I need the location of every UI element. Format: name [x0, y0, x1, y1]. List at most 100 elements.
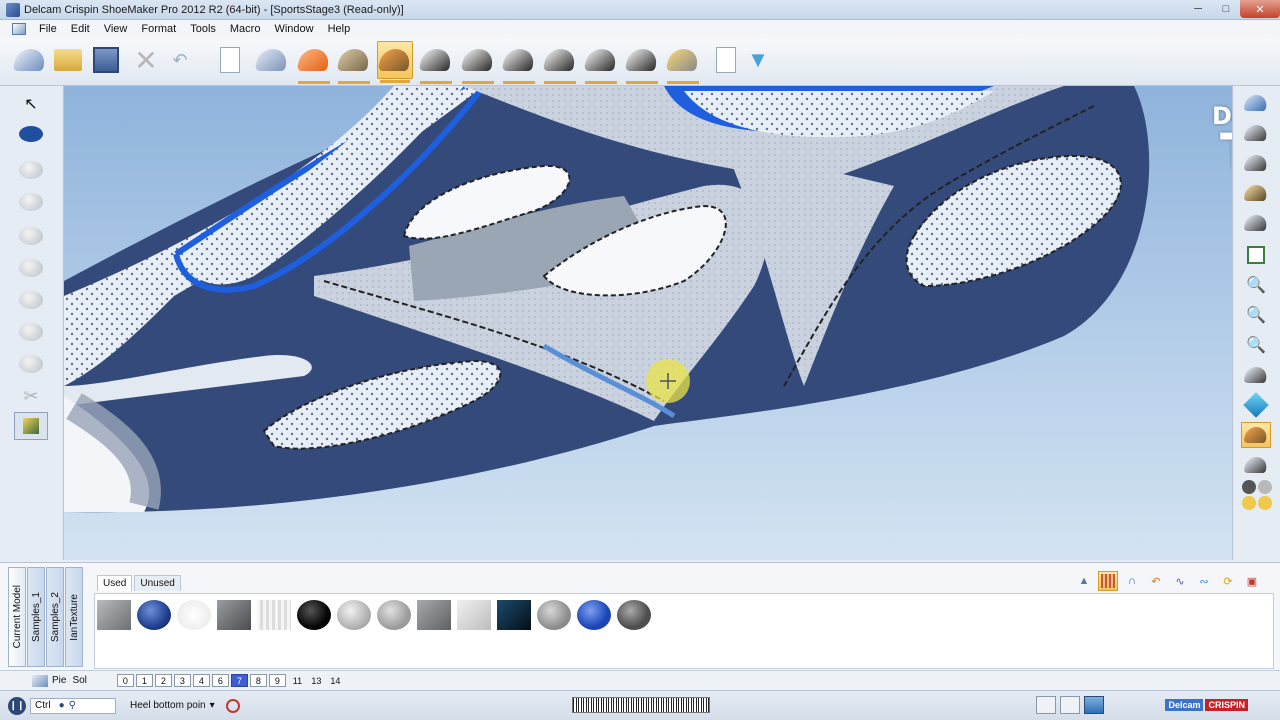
layer-button-4[interactable]: 4	[192, 674, 210, 687]
tab-samples-2[interactable]: Samples_2	[46, 567, 64, 667]
material-swatch[interactable]	[417, 600, 451, 630]
material-swatch[interactable]	[577, 600, 611, 630]
layer-button-0[interactable]: 0	[116, 674, 134, 687]
tab-ian-texture[interactable]: IanTexture	[65, 567, 83, 667]
shoe-tool-1-icon[interactable]	[418, 41, 454, 84]
material-swatch[interactable]	[177, 600, 211, 630]
layer-shoe-icon[interactable]	[32, 674, 48, 687]
shoe-tool-2-icon[interactable]	[460, 41, 496, 84]
app-icon[interactable]	[6, 2, 20, 17]
heel-point-select[interactable]: Heel bottom poin ▾	[126, 698, 222, 714]
open-folder-icon[interactable]	[50, 41, 86, 79]
material-swatch[interactable]	[297, 600, 331, 630]
disabled-tool-1-icon[interactable]	[14, 156, 48, 184]
pin-icon[interactable]: ▼	[740, 41, 776, 79]
layer-label-14[interactable]: 14	[326, 676, 345, 686]
new-document-icon[interactable]	[212, 41, 248, 79]
view-tool-3-icon[interactable]	[1241, 150, 1271, 176]
material-swatch[interactable]	[617, 600, 651, 630]
panel-texture-icon[interactable]	[1098, 571, 1118, 591]
material-swatch[interactable]	[97, 600, 131, 630]
menu-format[interactable]: Format	[134, 23, 183, 35]
menu-tools[interactable]: Tools	[183, 23, 223, 35]
shoe-tool-4-icon[interactable]	[542, 41, 578, 84]
shoe-render-icon[interactable]	[665, 41, 701, 84]
last-shoe-icon[interactable]	[254, 41, 290, 79]
pause-icon[interactable]: ❙❙	[8, 696, 26, 715]
tab-unused[interactable]: Unused	[134, 575, 181, 591]
material-swatch[interactable]	[257, 600, 291, 630]
save-icon[interactable]	[88, 41, 124, 79]
shoe-tool-5-icon[interactable]	[583, 41, 619, 84]
close-icon[interactable]: ✕	[1240, 0, 1280, 18]
layer-button-9[interactable]: 9	[268, 674, 286, 687]
zoom-out-icon[interactable]: 🔍	[1241, 302, 1271, 328]
orange-shoe-icon[interactable]	[296, 41, 332, 84]
blue-shoe-tool-icon[interactable]	[14, 120, 48, 148]
panel-shoe-icon[interactable]: ▲	[1074, 571, 1094, 591]
delete-icon[interactable]: ✕	[128, 41, 164, 79]
material-swatch[interactable]	[137, 600, 171, 630]
zoom-in-icon[interactable]: 🔍	[1241, 272, 1271, 298]
paint-tool-icon[interactable]	[14, 412, 48, 440]
panel-lasso-icon[interactable]: ⟳	[1218, 571, 1238, 591]
material-swatch[interactable]	[457, 600, 491, 630]
layer-button-3[interactable]: 3	[173, 674, 191, 687]
panel-palette-icon[interactable]: ▣	[1242, 571, 1262, 591]
panel-stitch-icon[interactable]: ∿	[1170, 571, 1190, 591]
disabled-tool-5-icon[interactable]	[14, 286, 48, 314]
menu-window[interactable]: Window	[267, 23, 320, 35]
tab-current-model[interactable]: Current Model	[8, 567, 26, 667]
disabled-tool-3-icon[interactable]	[14, 222, 48, 250]
select-shoe-icon[interactable]	[12, 41, 48, 79]
material-swatch[interactable]	[497, 600, 531, 630]
no-entry-icon[interactable]	[226, 698, 240, 713]
status-tool-2-icon[interactable]	[1060, 696, 1080, 714]
disabled-tool-2-icon[interactable]	[14, 188, 48, 216]
panel-arch-icon[interactable]: ∩	[1122, 571, 1142, 591]
layer-button-6[interactable]: 6	[211, 674, 229, 687]
disabled-tool-7-icon[interactable]	[14, 350, 48, 378]
disabled-tool-6-icon[interactable]	[14, 318, 48, 346]
layer-button-2[interactable]: 2	[154, 674, 172, 687]
view-tool-5-icon[interactable]	[1241, 210, 1271, 236]
view-tool-6-icon[interactable]	[1241, 362, 1271, 388]
view-tool-2-icon[interactable]	[1241, 120, 1271, 146]
tab-used[interactable]: Used	[97, 575, 133, 591]
tab-samples-1[interactable]: Samples_1	[27, 567, 45, 667]
zoom-fit-icon[interactable]: 🔍	[1241, 332, 1271, 358]
layer-button-8[interactable]: 8	[249, 674, 267, 687]
status-tool-3-icon[interactable]	[1084, 696, 1104, 714]
material-swatch[interactable]	[217, 600, 251, 630]
selected-view-tool-icon[interactable]	[1241, 422, 1271, 448]
status-tool-1-icon[interactable]	[1036, 696, 1056, 714]
layer-label-pie[interactable]: Pie	[52, 675, 66, 686]
menu-file[interactable]: File	[32, 23, 64, 35]
layer-button-1[interactable]: 1	[135, 674, 153, 687]
shoe-tool-3-icon[interactable]	[501, 41, 537, 84]
maximize-icon[interactable]: □	[1212, 0, 1240, 18]
material-swatch[interactable]	[537, 600, 571, 630]
layer-button-7[interactable]: 7	[230, 674, 248, 687]
undo-icon[interactable]: ↶	[162, 41, 198, 79]
document-icon[interactable]	[708, 41, 744, 79]
view-tool-7-icon[interactable]	[1241, 452, 1271, 478]
selected-shoe-icon[interactable]	[377, 41, 413, 83]
menu-macro[interactable]: Macro	[223, 23, 268, 35]
scissors-icon[interactable]: ✂	[14, 382, 48, 410]
color-balls-icon[interactable]	[1237, 480, 1277, 510]
shoe-tool-6-icon[interactable]	[624, 41, 660, 84]
add-view-icon[interactable]	[1241, 242, 1271, 268]
material-swatch[interactable]	[377, 600, 411, 630]
3d-viewport[interactable]: Delcam TV	[64, 86, 1232, 560]
sandal-shoe-icon[interactable]	[336, 41, 372, 84]
layer-label-11[interactable]: 11	[288, 676, 307, 686]
document-menu-icon[interactable]	[12, 23, 26, 35]
menu-help[interactable]: Help	[321, 23, 358, 35]
material-swatch[interactable]	[337, 600, 371, 630]
ctrl-field[interactable]: Ctrl ● ⚲	[30, 697, 116, 714]
pointer-icon[interactable]: ↖	[14, 90, 48, 118]
menu-view[interactable]: View	[97, 23, 135, 35]
menu-edit[interactable]: Edit	[64, 23, 97, 35]
panel-curve-icon[interactable]: ↶	[1146, 571, 1166, 591]
